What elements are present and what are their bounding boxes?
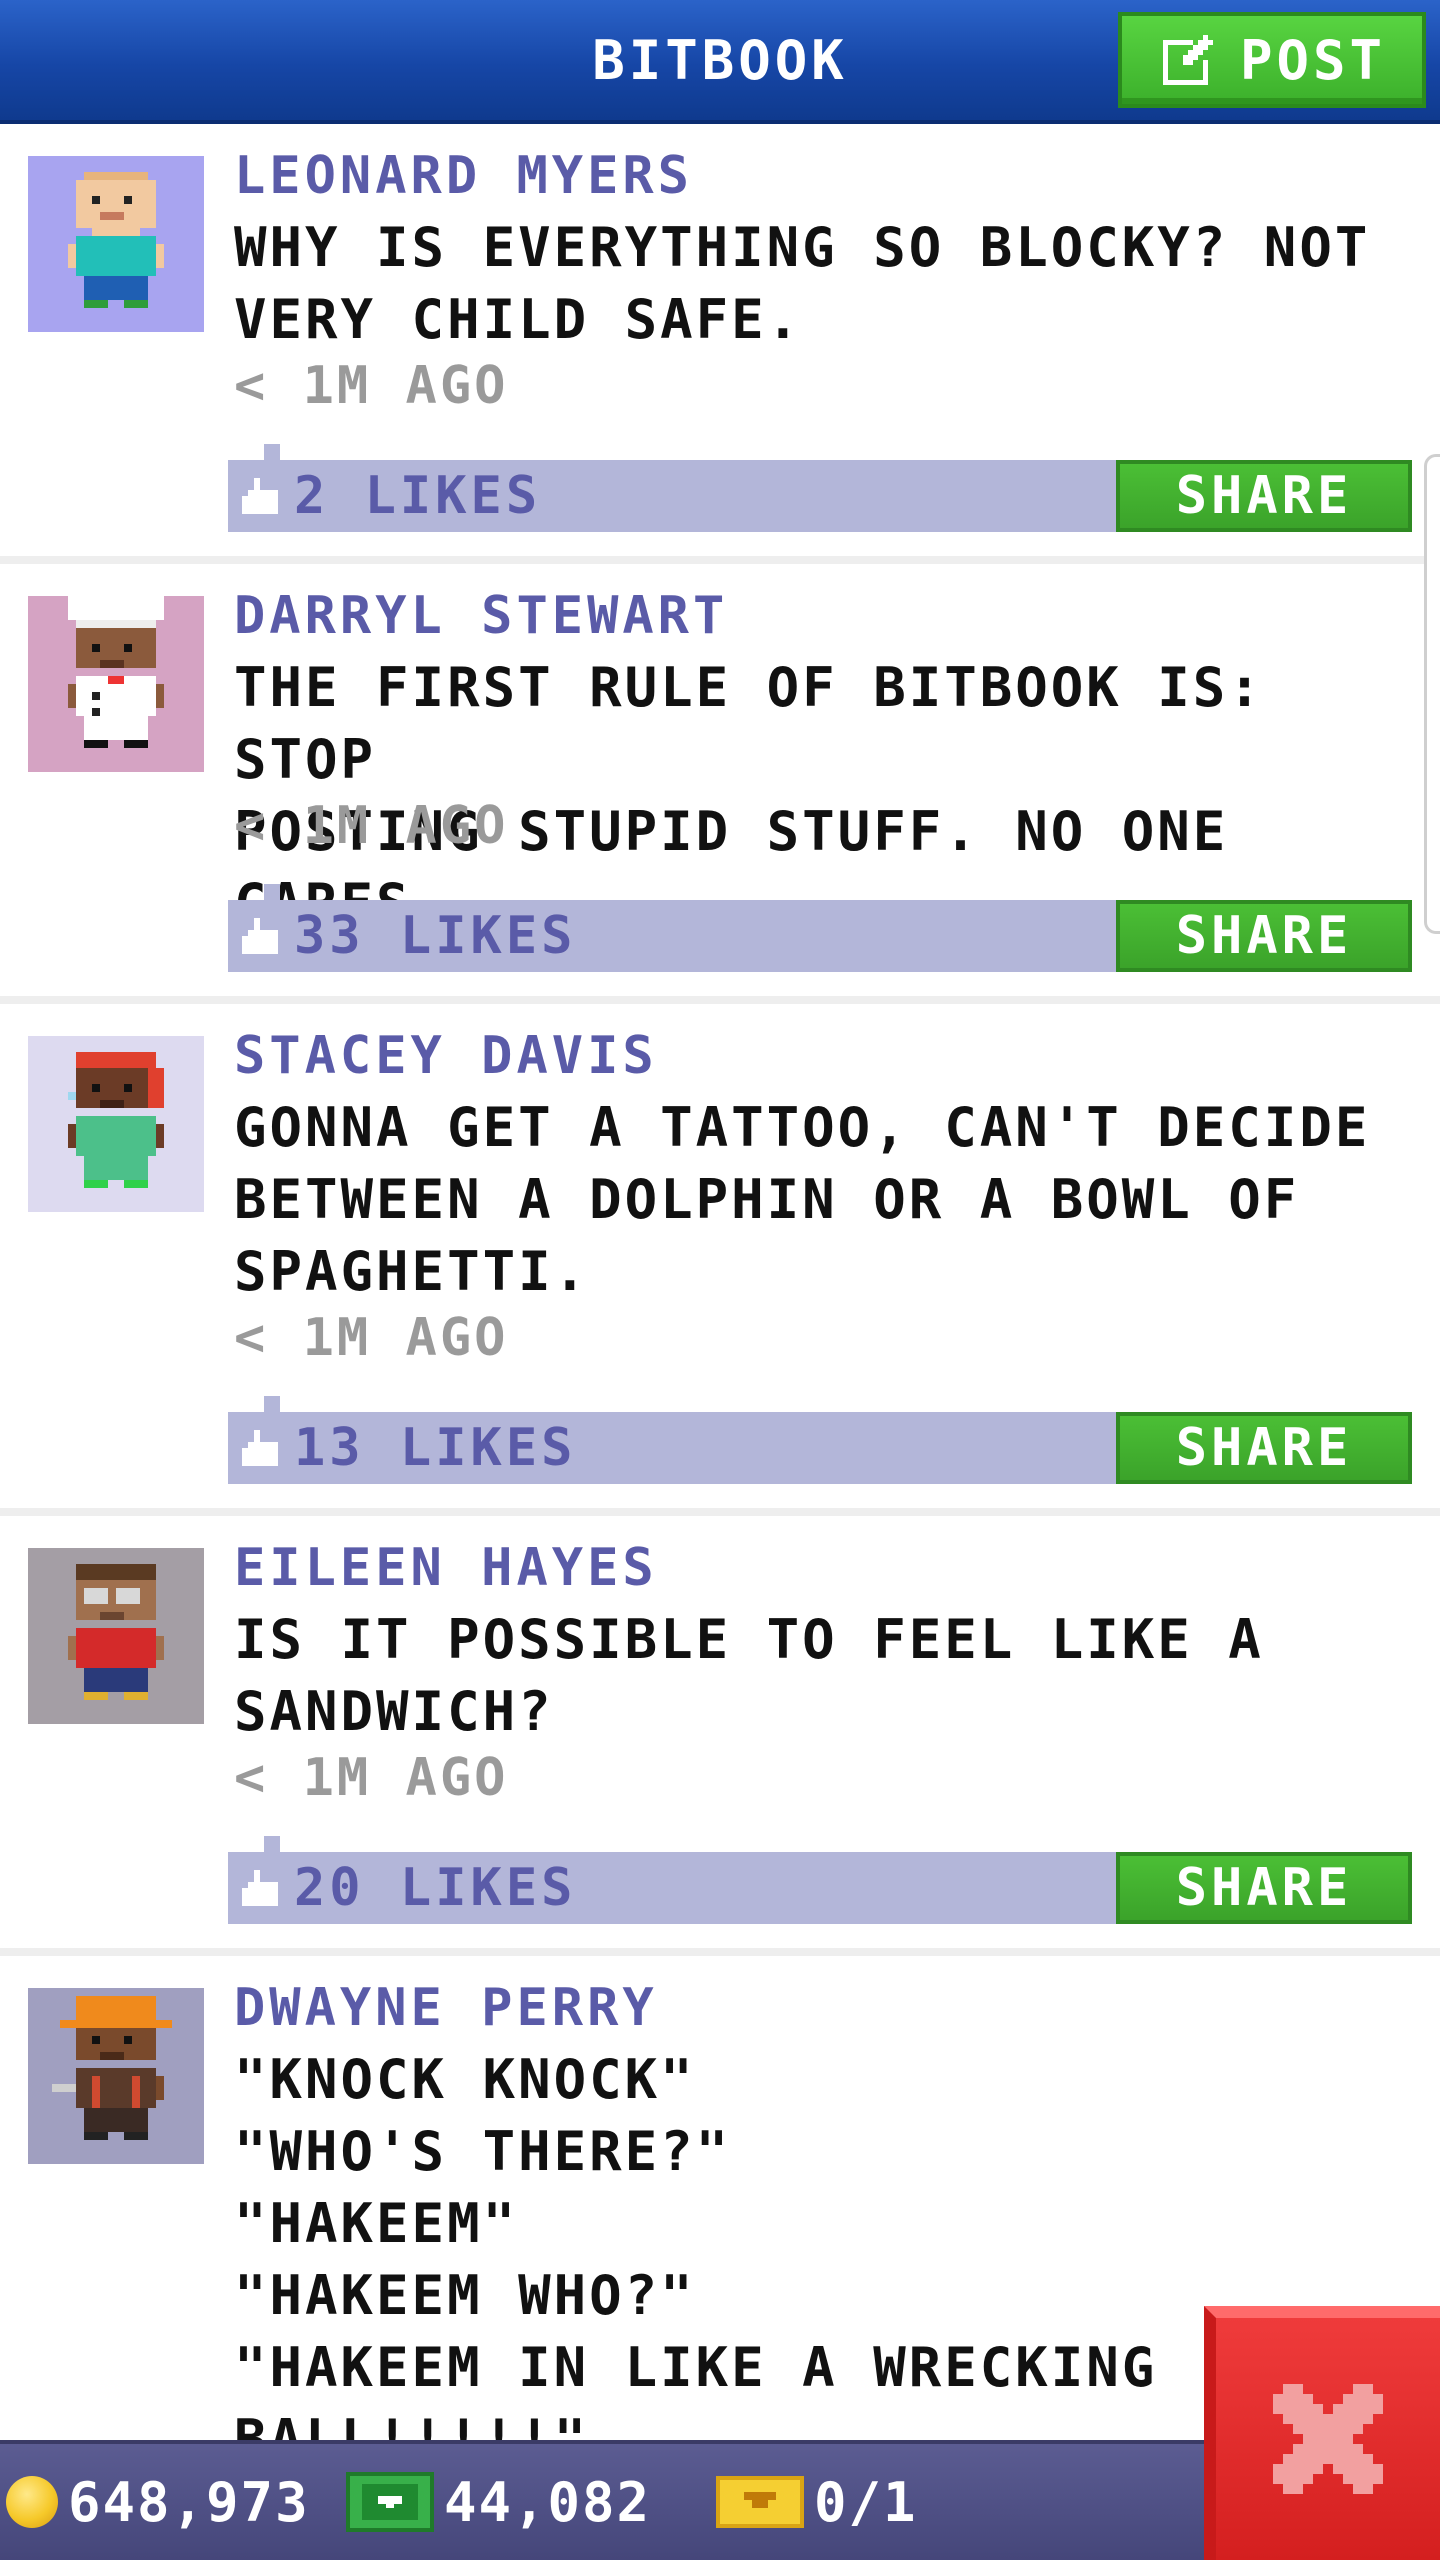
share-button[interactable]: SHARE (1116, 900, 1412, 972)
like-bar: 2 LIKES SHARE (228, 444, 1412, 532)
thumbs-up-icon (242, 1870, 278, 1906)
bitizen-avatar[interactable] (28, 1036, 204, 1212)
post-button-label: POST (1239, 28, 1387, 92)
app-header: BITBOOK POST (0, 0, 1440, 124)
bux-balance: 44,082 (346, 2444, 651, 2560)
ticket-balance: 0/1 (716, 2444, 918, 2560)
thumbs-up-icon (242, 918, 278, 954)
share-button[interactable]: SHARE (1116, 1852, 1412, 1924)
post-message: GONNA GET A TATTOO, CAN'T DECIDE BETWEEN… (234, 1096, 1371, 1303)
post-author[interactable]: DARRYL STEWART (234, 586, 728, 646)
edit-icon (1162, 35, 1213, 85)
post-time: < 1M AGO (234, 1748, 509, 1808)
like-count[interactable]: 33 LIKES (242, 900, 576, 972)
feed-post: STACEY DAVIS GONNA GET A TATTOO, CAN'T D… (0, 1004, 1440, 1516)
post-time: < 1M AGO (234, 356, 509, 416)
post-author[interactable]: STACEY DAVIS (234, 1026, 658, 1086)
thumbs-up-icon (242, 478, 278, 514)
like-count-label: 13 LIKES (294, 1418, 577, 1478)
coin-count: 648,973 (68, 2470, 310, 2534)
chef-avatar[interactable] (28, 596, 204, 772)
like-count[interactable]: 2 LIKES (242, 460, 541, 532)
post-author[interactable]: LEONARD MYERS (234, 146, 693, 206)
news-feed[interactable]: LEONARD MYERS WHY IS EVERYTHING SO BLOCK… (0, 124, 1440, 2440)
construction-worker-avatar[interactable] (28, 1988, 204, 2164)
post-author[interactable]: DWAYNE PERRY (234, 1978, 658, 2038)
thumbs-up-icon (242, 1430, 278, 1466)
bux-count: 44,082 (444, 2470, 652, 2534)
glasses-avatar[interactable] (28, 1548, 204, 1724)
bitizen-avatar[interactable] (28, 156, 204, 332)
post-message: IS IT POSSIBLE TO FEEL LIKE A SANDWICH? (234, 1608, 1264, 1743)
post-button[interactable]: POST (1118, 12, 1426, 108)
post-time: < 1M AGO (234, 796, 509, 856)
share-button[interactable]: SHARE (1116, 1412, 1412, 1484)
post-time: < 1M AGO (234, 1308, 509, 1368)
like-count[interactable]: 20 LIKES (242, 1852, 576, 1924)
feed-post: DARRYL STEWART THE FIRST RULE OF BITBOOK… (0, 564, 1440, 1004)
feed-post: EILEEN HAYES IS IT POSSIBLE TO FEEL LIKE… (0, 1516, 1440, 1956)
post-author[interactable]: EILEEN HAYES (234, 1538, 658, 1598)
share-button[interactable]: SHARE (1116, 460, 1412, 532)
post-message: WHY IS EVERYTHING SO BLOCKY? NOT VERY CH… (234, 216, 1371, 351)
coin-icon (6, 2476, 58, 2528)
like-bar: 33 LIKES SHARE (228, 884, 1412, 972)
close-button[interactable] (1204, 2306, 1440, 2560)
coin-balance: 648,973 (6, 2444, 310, 2560)
like-bar: 20 LIKES SHARE (228, 1836, 1412, 1924)
like-bar: 13 LIKES SHARE (228, 1396, 1412, 1484)
close-icon (1273, 2384, 1383, 2494)
like-count-label: 33 LIKES (294, 906, 577, 966)
ticket-icon (716, 2476, 804, 2528)
ticket-count: 0/1 (814, 2470, 918, 2534)
feed-post: LEONARD MYERS WHY IS EVERYTHING SO BLOCK… (0, 124, 1440, 564)
like-count-label: 20 LIKES (294, 1858, 577, 1918)
scrollbar[interactable] (1424, 454, 1440, 934)
like-count[interactable]: 13 LIKES (242, 1412, 576, 1484)
bux-icon (346, 2472, 434, 2532)
like-count-label: 2 LIKES (294, 466, 542, 526)
